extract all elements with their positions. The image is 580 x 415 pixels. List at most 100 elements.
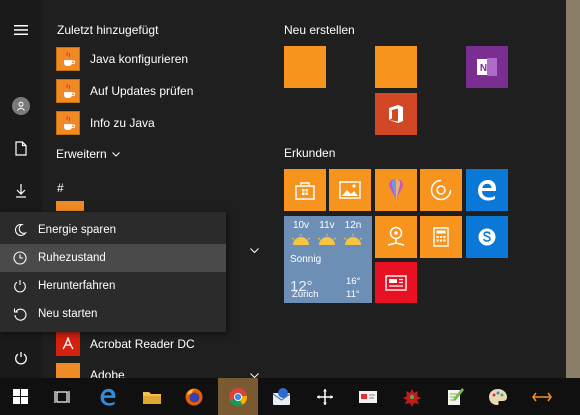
weather-city: Zürich bbox=[292, 289, 319, 300]
start-button[interactable] bbox=[0, 378, 40, 415]
desktop: Zuletzt hinzugefügt Java konfigurieren A… bbox=[0, 0, 580, 415]
move-tool-icon bbox=[317, 388, 333, 405]
tile-blank-1[interactable] bbox=[284, 46, 326, 88]
tile-skype[interactable] bbox=[466, 216, 508, 258]
taskbar-chrome[interactable] bbox=[218, 378, 258, 415]
start-menu: Zuletzt hinzugefügt Java konfigurieren A… bbox=[0, 0, 566, 382]
user-account-button[interactable] bbox=[0, 86, 42, 126]
taskbar-thunderbird[interactable] bbox=[262, 378, 302, 415]
weather-low: 11° bbox=[346, 289, 360, 300]
expand-menu-button[interactable] bbox=[0, 10, 42, 50]
taskbar bbox=[0, 378, 580, 415]
recently-added-heading: Zuletzt hinzugefügt bbox=[57, 23, 159, 37]
app-java-info[interactable]: Info zu Java bbox=[56, 109, 155, 137]
tile-onenote[interactable]: N bbox=[466, 46, 508, 88]
java-icon bbox=[56, 47, 80, 71]
tile-office[interactable] bbox=[375, 93, 417, 135]
windows-icon bbox=[12, 389, 28, 404]
app-java-updates[interactable]: Auf Updates prüfen bbox=[56, 77, 193, 105]
taskbar-paint[interactable] bbox=[478, 378, 518, 415]
sun-icon bbox=[291, 234, 311, 245]
letter-header[interactable]: # bbox=[57, 181, 64, 195]
sun-icon bbox=[343, 234, 363, 245]
arrow-tool-icon bbox=[532, 392, 552, 401]
maps-pin-icon bbox=[387, 226, 405, 246]
downloads-button[interactable] bbox=[0, 170, 42, 210]
power-icon bbox=[12, 278, 28, 294]
taskbar-edge[interactable] bbox=[88, 378, 128, 415]
taskbar-file-explorer[interactable] bbox=[132, 378, 172, 415]
tile-blank-2[interactable] bbox=[375, 46, 417, 88]
power-menu-label: Herunterfahren bbox=[38, 280, 116, 292]
app-icon-partial bbox=[56, 201, 84, 211]
tile-calculator[interactable] bbox=[420, 216, 462, 258]
explore-group-heading: Erkunden bbox=[284, 146, 336, 160]
restart-icon bbox=[12, 306, 28, 322]
notepad-pencil-icon bbox=[448, 387, 464, 405]
person-icon bbox=[17, 101, 25, 111]
tile-news[interactable] bbox=[375, 262, 417, 303]
tile-groove[interactable] bbox=[420, 169, 462, 211]
taskbar-move-tool[interactable] bbox=[305, 378, 345, 415]
power-menu-shutdown[interactable]: Herunterfahren bbox=[0, 272, 226, 300]
edge-icon bbox=[478, 180, 496, 201]
app-acrobat-reader[interactable]: Acrobat Reader DC bbox=[56, 330, 195, 358]
documents-button[interactable] bbox=[0, 128, 42, 168]
tile-store[interactable] bbox=[284, 169, 326, 211]
chevron-down-icon bbox=[250, 248, 259, 254]
weather-condition: Sonnig bbox=[290, 254, 322, 265]
chevron-down-icon bbox=[111, 151, 120, 157]
weather-hour: 12n bbox=[344, 220, 362, 231]
hamburger-icon bbox=[14, 25, 28, 35]
app-java-configure[interactable]: Java konfigurieren bbox=[56, 45, 188, 73]
power-menu-hibernate[interactable]: Ruhezustand bbox=[0, 244, 226, 272]
clock-icon bbox=[12, 250, 28, 266]
sun-icon bbox=[317, 234, 337, 245]
create-group-heading: Neu erstellen bbox=[284, 23, 355, 37]
news-icon bbox=[385, 274, 407, 291]
weather-hour: 10v bbox=[292, 220, 310, 231]
calculator-icon bbox=[433, 227, 449, 247]
expand-button[interactable]: Erweitern bbox=[56, 147, 120, 161]
taskbar-notepad[interactable] bbox=[435, 378, 475, 415]
taskbar-app-card[interactable] bbox=[348, 378, 388, 415]
power-button[interactable] bbox=[0, 338, 42, 378]
app-label: Info zu Java bbox=[90, 116, 155, 130]
edge-icon bbox=[100, 388, 116, 406]
paint-palette-icon bbox=[489, 388, 507, 405]
document-icon bbox=[15, 140, 27, 156]
task-view-button[interactable] bbox=[42, 378, 82, 415]
file-explorer-icon bbox=[143, 391, 161, 404]
java-icon bbox=[56, 111, 80, 135]
store-bag-icon bbox=[295, 182, 315, 200]
chrome-icon bbox=[229, 387, 247, 406]
power-menu: Energie sparen Ruhezustand Herunterfahre… bbox=[0, 212, 226, 332]
avatar bbox=[12, 97, 30, 115]
taskbar-arrow-tool[interactable] bbox=[522, 378, 562, 415]
taskbar-paint-splash[interactable] bbox=[392, 378, 432, 415]
power-menu-restart[interactable]: Neu starten bbox=[0, 300, 226, 328]
acrobat-icon bbox=[56, 332, 80, 356]
power-menu-label: Neu starten bbox=[38, 308, 98, 320]
power-icon bbox=[15, 352, 27, 365]
tile-weather[interactable]: 10v 11v 12n Sonnig 12° Zürich 16° 11° bbox=[284, 216, 372, 303]
svg-text:N: N bbox=[480, 63, 487, 74]
tile-photos[interactable] bbox=[329, 169, 371, 211]
download-icon bbox=[16, 183, 26, 198]
expand-label: Erweitern bbox=[56, 147, 107, 161]
office-icon bbox=[389, 105, 403, 123]
app-label: Acrobat Reader DC bbox=[90, 337, 195, 351]
paint-3d-icon bbox=[389, 179, 403, 201]
group-collapse-button[interactable] bbox=[250, 241, 259, 259]
folder-icon bbox=[56, 363, 80, 378]
thunderbird-icon bbox=[272, 387, 291, 405]
power-menu-sleep[interactable]: Energie sparen bbox=[0, 216, 226, 244]
tile-edge[interactable] bbox=[466, 169, 508, 211]
taskbar-firefox[interactable] bbox=[174, 378, 214, 415]
desktop-background bbox=[566, 0, 580, 378]
paint-splash-icon bbox=[403, 388, 421, 407]
groove-music-icon bbox=[430, 179, 452, 201]
tile-maps[interactable] bbox=[375, 216, 417, 258]
skype-icon bbox=[478, 228, 496, 246]
tile-paint3d[interactable] bbox=[375, 169, 417, 211]
